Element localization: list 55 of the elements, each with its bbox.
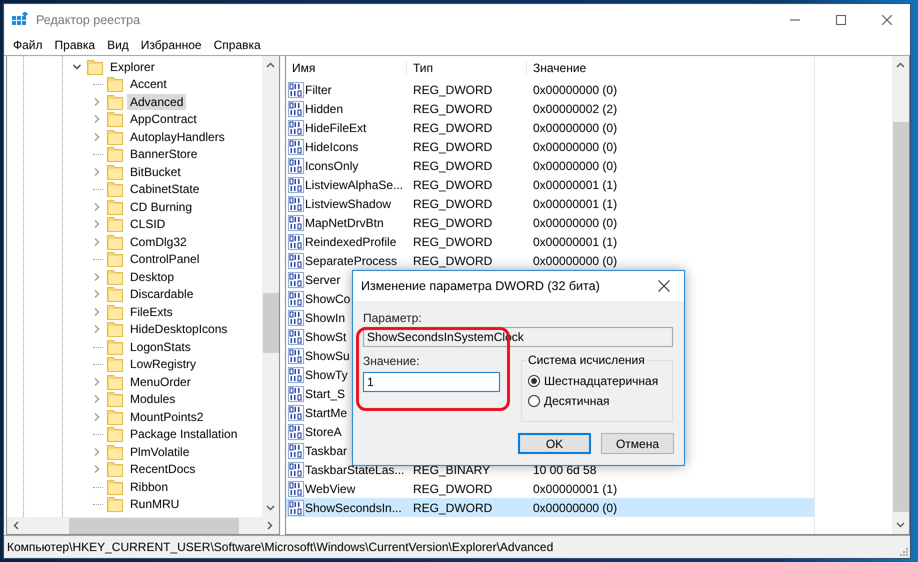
value-type: REG_DWORD bbox=[413, 500, 492, 514]
value-type: REG_DWORD bbox=[413, 234, 492, 248]
value-type: REG_DWORD bbox=[413, 216, 492, 230]
value-name: WebView bbox=[305, 482, 356, 496]
value-name: ShowSt bbox=[305, 330, 346, 344]
value-name: StoreA bbox=[305, 424, 342, 438]
value-name: ShowSu bbox=[305, 348, 350, 362]
value-type: REG_DWORD bbox=[413, 140, 492, 154]
dialog-title: Изменение параметра DWORD (32 бита) bbox=[361, 279, 600, 293]
value-type: REG_DWORD bbox=[413, 482, 492, 496]
value-name: SeparateProcess bbox=[305, 254, 398, 268]
value-name: IconsOnly bbox=[305, 158, 358, 172]
value-data: 0x00000002 (2) bbox=[533, 102, 618, 116]
field-label: Параметр: bbox=[363, 311, 423, 325]
value-type: REG_DWORD bbox=[413, 102, 492, 116]
value-type: REG_DWORD bbox=[413, 120, 492, 134]
value-name: Start_S bbox=[305, 386, 346, 400]
window-title: Редактор реестра bbox=[36, 12, 140, 26]
group-label: Система исчисления bbox=[526, 353, 647, 367]
value-name: TaskbarStateLas... bbox=[305, 462, 404, 476]
value-data: 10 00 6d 58 bbox=[533, 462, 596, 476]
value-type: REG_DWORD bbox=[413, 178, 492, 192]
value-data: 0x00000000 (0) bbox=[533, 216, 618, 230]
value-data: 0x00000000 (0) bbox=[533, 82, 618, 96]
value-name: Taskbar bbox=[305, 444, 348, 458]
value-type: REG_DWORD bbox=[413, 196, 492, 210]
value-name: HideFileExt bbox=[305, 120, 366, 134]
value-data: 0x00000001 (1) bbox=[533, 234, 618, 248]
value-name: ListviewAlphaSe... bbox=[305, 178, 404, 192]
value-name: ListviewShadow bbox=[305, 196, 392, 210]
value-name: ShowTy bbox=[305, 368, 348, 382]
value-type: REG_BINARY bbox=[413, 462, 490, 476]
value-name: ShowIn bbox=[305, 310, 346, 324]
field-label: Значение: bbox=[363, 354, 421, 368]
value-data: 0x00000000 (0) bbox=[533, 120, 618, 134]
value-data: 0x00000000 (0) bbox=[533, 158, 618, 172]
value-name: ShowCo bbox=[305, 292, 350, 306]
value-type: REG_DWORD bbox=[413, 82, 492, 96]
value-data: 0x00000000 (0) bbox=[533, 254, 618, 268]
status-path: Компьютер\HKEY_CURRENT_USER\Software\Microsoft\Windows\CurrentVersion\Explorer\Advanced bbox=[7, 540, 554, 554]
value-data: 0x00000001 (1) bbox=[533, 178, 618, 192]
value-data: 0x00000000 (0) bbox=[533, 140, 618, 154]
value-name: StartMe bbox=[305, 406, 348, 420]
value-name: Hidden bbox=[305, 102, 344, 116]
value-type: REG_DWORD bbox=[413, 158, 492, 172]
value-name: HideIcons bbox=[305, 140, 358, 154]
value-name: ReindexedProfile bbox=[305, 234, 396, 248]
value-data: 0x00000001 (1) bbox=[533, 482, 618, 496]
value-data: 0x00000000 (0) bbox=[533, 500, 618, 514]
value-name: Filter bbox=[305, 82, 332, 96]
value-name: ShowSecondsIn... bbox=[305, 500, 402, 514]
value-data: 0x00000001 (1) bbox=[533, 196, 618, 210]
value-name: Server bbox=[305, 272, 340, 286]
value-type: REG_DWORD bbox=[413, 254, 492, 268]
value-name: MapNetDrvBtn bbox=[305, 216, 384, 230]
